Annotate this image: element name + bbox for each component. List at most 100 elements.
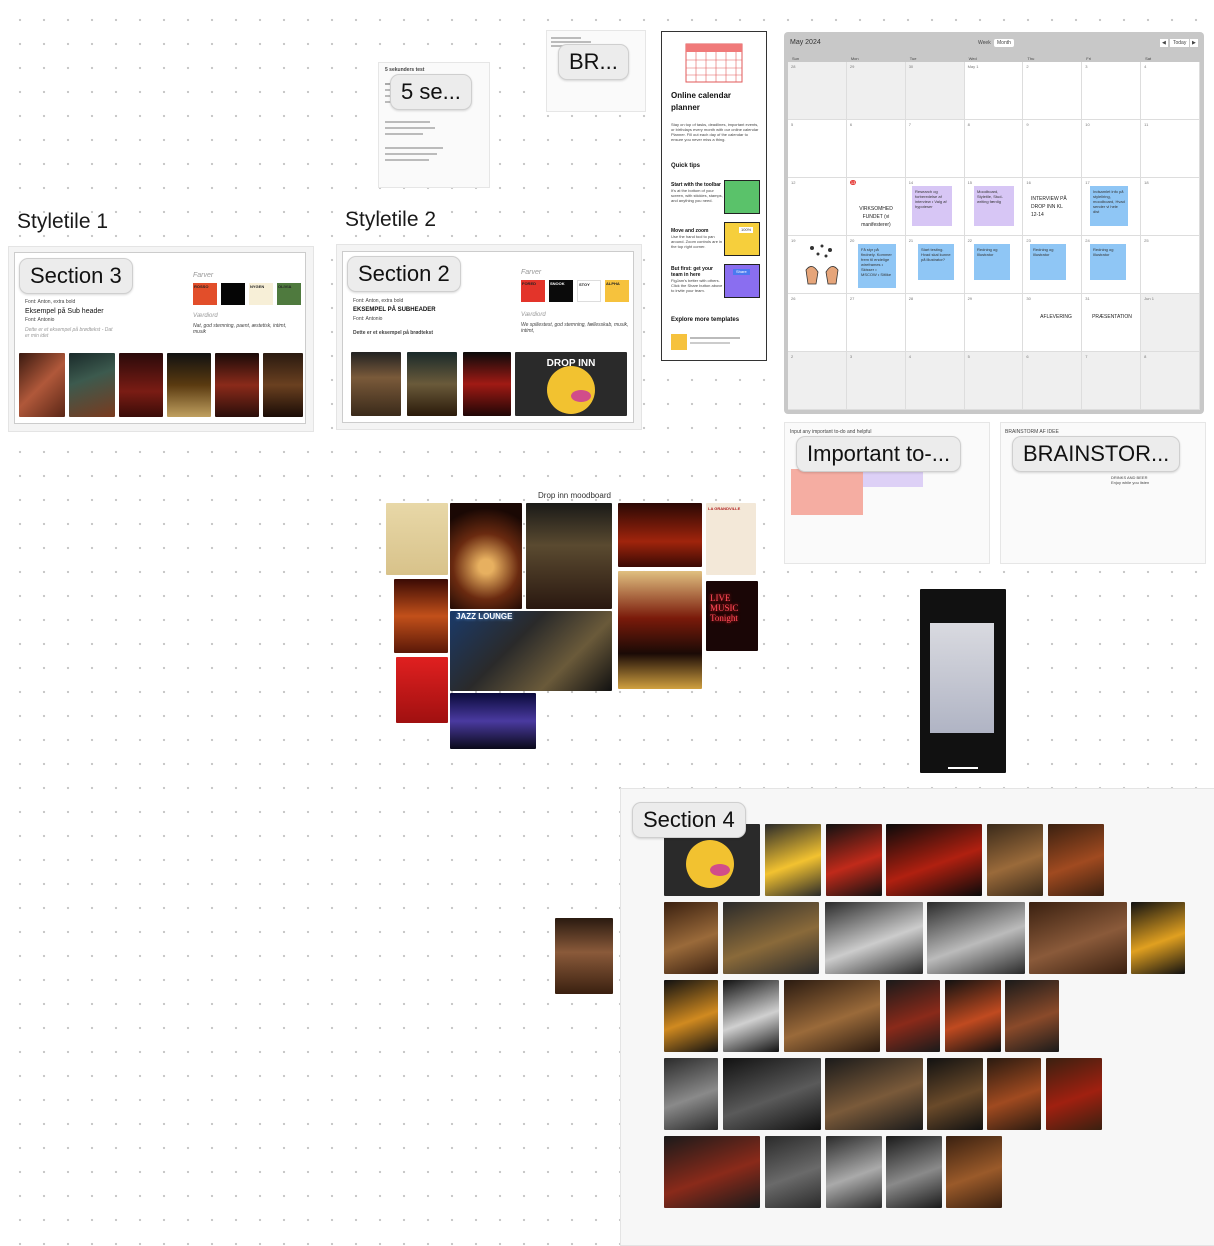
section-label-2[interactable]: Section 2: [347, 256, 461, 292]
day-number: 4: [1144, 64, 1147, 69]
sticky-note[interactable]: Redning og Illustrator: [974, 244, 1010, 280]
sticky-note[interactable]: Redning og Illustrator: [1090, 244, 1126, 280]
calendar-day-cell[interactable]: 25: [1141, 236, 1200, 294]
section-label-important[interactable]: Important to-...: [796, 436, 962, 472]
bar-photo: [765, 824, 821, 896]
farver-label: Farver: [521, 269, 542, 276]
photo-bar-bottles-single[interactable]: [555, 918, 613, 994]
event-virksomhed[interactable]: VIRKSOMHED FUNDET (vi manifesterer): [851, 202, 901, 232]
bar-photo: [664, 980, 718, 1052]
calendar-day-cell[interactable]: 30: [905, 62, 965, 120]
prev-month-icon[interactable]: ◀: [1160, 39, 1168, 47]
calendar-day-cell[interactable]: 3: [1082, 62, 1142, 120]
day-number: Jun 1: [1144, 296, 1154, 301]
color-swatch: OLIVIA: [277, 283, 301, 305]
calendar-day-cell[interactable]: 4: [1141, 62, 1200, 120]
day-number: 16: [1026, 180, 1031, 185]
photo-menu-la-grandville: LA GRANDVILLE: [706, 503, 756, 575]
day-number: May 1: [967, 64, 979, 69]
month-toggle[interactable]: Month: [994, 39, 1014, 47]
vaerdiord-text: We spiliestest, god stemning, fællesskab…: [521, 322, 629, 334]
brainstorm-subtitle: BRAINSTORM AF IDEE: [1005, 429, 1059, 435]
bar-photo: [664, 1136, 760, 1208]
calendar-day-cell[interactable]: 5: [788, 120, 847, 178]
calendar-day-cell[interactable]: 18: [1141, 178, 1200, 236]
today-button[interactable]: Today: [1170, 39, 1190, 47]
drop-inn-logo-image: DROP INN: [515, 352, 627, 416]
calendar-day-cell[interactable]: May 1: [964, 62, 1024, 120]
moodboard[interactable]: LA GRANDVILLE JAZZ LOUNGE LIVE MUSIC Ton…: [386, 503, 760, 751]
section-label-5-sekunders[interactable]: 5 se...: [390, 74, 472, 110]
template-sidebar: Online calendar planner Stay on top of t…: [661, 31, 767, 361]
calendar-day-cell[interactable]: 29: [846, 62, 906, 120]
bar-photo: [927, 1058, 983, 1130]
color-swatch: FORED: [521, 280, 545, 302]
calendar-day-cell[interactable]: Jun 1: [1141, 294, 1200, 352]
day-number: 3: [849, 354, 853, 359]
body-example: Dette er et eksempel på brødtekst: [353, 330, 434, 336]
sticky-note[interactable]: Redning og Illustrator: [1030, 244, 1066, 280]
section-label-br[interactable]: BR...: [558, 44, 629, 80]
calendar-day-cell[interactable]: 7: [1082, 352, 1142, 410]
day-number: 11: [1144, 122, 1149, 127]
toolbar-icon: [724, 180, 760, 214]
section-label-3[interactable]: Section 3: [19, 258, 133, 294]
section-label-brainstorm[interactable]: BRAINSTOR...: [1012, 436, 1181, 472]
template-link-line: [690, 342, 730, 344]
bar-photo: [886, 1136, 942, 1208]
calendar-day-cell[interactable]: 7: [905, 120, 965, 178]
calendar-day-cell[interactable]: 30: [1023, 294, 1083, 352]
phone-screenshot-menu[interactable]: [920, 589, 1006, 773]
calendar-day-cell[interactable]: 27: [846, 294, 906, 352]
sticky-note[interactable]: Moodboard, Styletile, Stud-writing færdi…: [974, 186, 1014, 226]
vaerdiord-label: Værdiord: [193, 313, 218, 319]
template-link-line: [690, 337, 740, 339]
calendar-frame[interactable]: May 2024 Week Month ◀ Today ▶ Sun Mon Tue W…: [784, 32, 1204, 414]
event-praesentation[interactable]: PRÆSENTATION: [1084, 312, 1140, 323]
calendar-day-cell[interactable]: 10: [1082, 120, 1142, 178]
photo-lounge: [394, 579, 448, 653]
calendar-day-cell[interactable]: 11: [1141, 120, 1200, 178]
photo-drums: [215, 353, 259, 417]
sticky-note[interactable]: Research og forberedelse af interview • …: [912, 186, 952, 226]
sticky-note[interactable]: Indsamlet info på styleliring, moodboard…: [1090, 186, 1128, 226]
event-aflevering[interactable]: AFLEVERING: [1028, 312, 1084, 323]
event-interview[interactable]: INTERVIEW PÅ DROP INN KL 12-14: [1028, 192, 1073, 222]
calendar-day-cell[interactable]: 6: [846, 120, 906, 178]
brainstorm-line-2: Enjoy while you listen: [1111, 480, 1150, 485]
styletile-2-heading: Styletile 2: [345, 208, 437, 231]
explore-templates-heading: Explore more templates: [671, 317, 740, 323]
calendar-day-cell[interactable]: 5: [964, 352, 1024, 410]
calendar-day-cell[interactable]: 6: [1023, 352, 1083, 410]
section-label-4[interactable]: Section 4: [632, 802, 746, 838]
day-number: 4: [908, 354, 911, 359]
day-number: 7: [908, 122, 911, 127]
calendar-day-cell[interactable]: 31: [1082, 294, 1142, 352]
calendar-day-cell[interactable]: 28: [905, 294, 965, 352]
calendar-day-cell[interactable]: 8: [964, 120, 1024, 178]
calendar-day-cell[interactable]: 4: [905, 352, 965, 410]
bar-photo: [927, 902, 1025, 974]
day-number: 5: [967, 354, 970, 359]
calendar-day-cell[interactable]: 29: [964, 294, 1024, 352]
calendar-day-cell[interactable]: 9: [1023, 120, 1083, 178]
photo-red-bar: [618, 503, 702, 567]
next-month-icon[interactable]: ▶: [1190, 39, 1198, 47]
calendar-day-cell[interactable]: 26: [788, 294, 847, 352]
calendar-day-cell[interactable]: 2: [788, 352, 847, 410]
day-number: 8: [967, 122, 970, 127]
bar-photo: [886, 824, 982, 896]
calendar-day-cell[interactable]: 28: [788, 62, 847, 120]
calendar-day-cell[interactable]: 3: [846, 352, 906, 410]
calendar-day-cell[interactable]: 2: [1023, 62, 1083, 120]
calendar-day-cell[interactable]: 8: [1141, 352, 1200, 410]
week-toggle[interactable]: Week: [978, 40, 991, 46]
template-thumbnail[interactable]: [671, 334, 687, 350]
sticky-note[interactable]: Start testing. Hvad skal kunne på illust…: [918, 244, 954, 280]
bar-photo: [825, 1058, 923, 1130]
photo-bar-counter: [526, 503, 612, 609]
sticky-note[interactable]: Få styr på findnely. Kommer frem til end…: [858, 244, 896, 288]
bar-photo: [946, 1136, 1002, 1208]
day-number: 8: [1144, 354, 1147, 359]
calendar-day-cell[interactable]: 12: [788, 178, 847, 236]
